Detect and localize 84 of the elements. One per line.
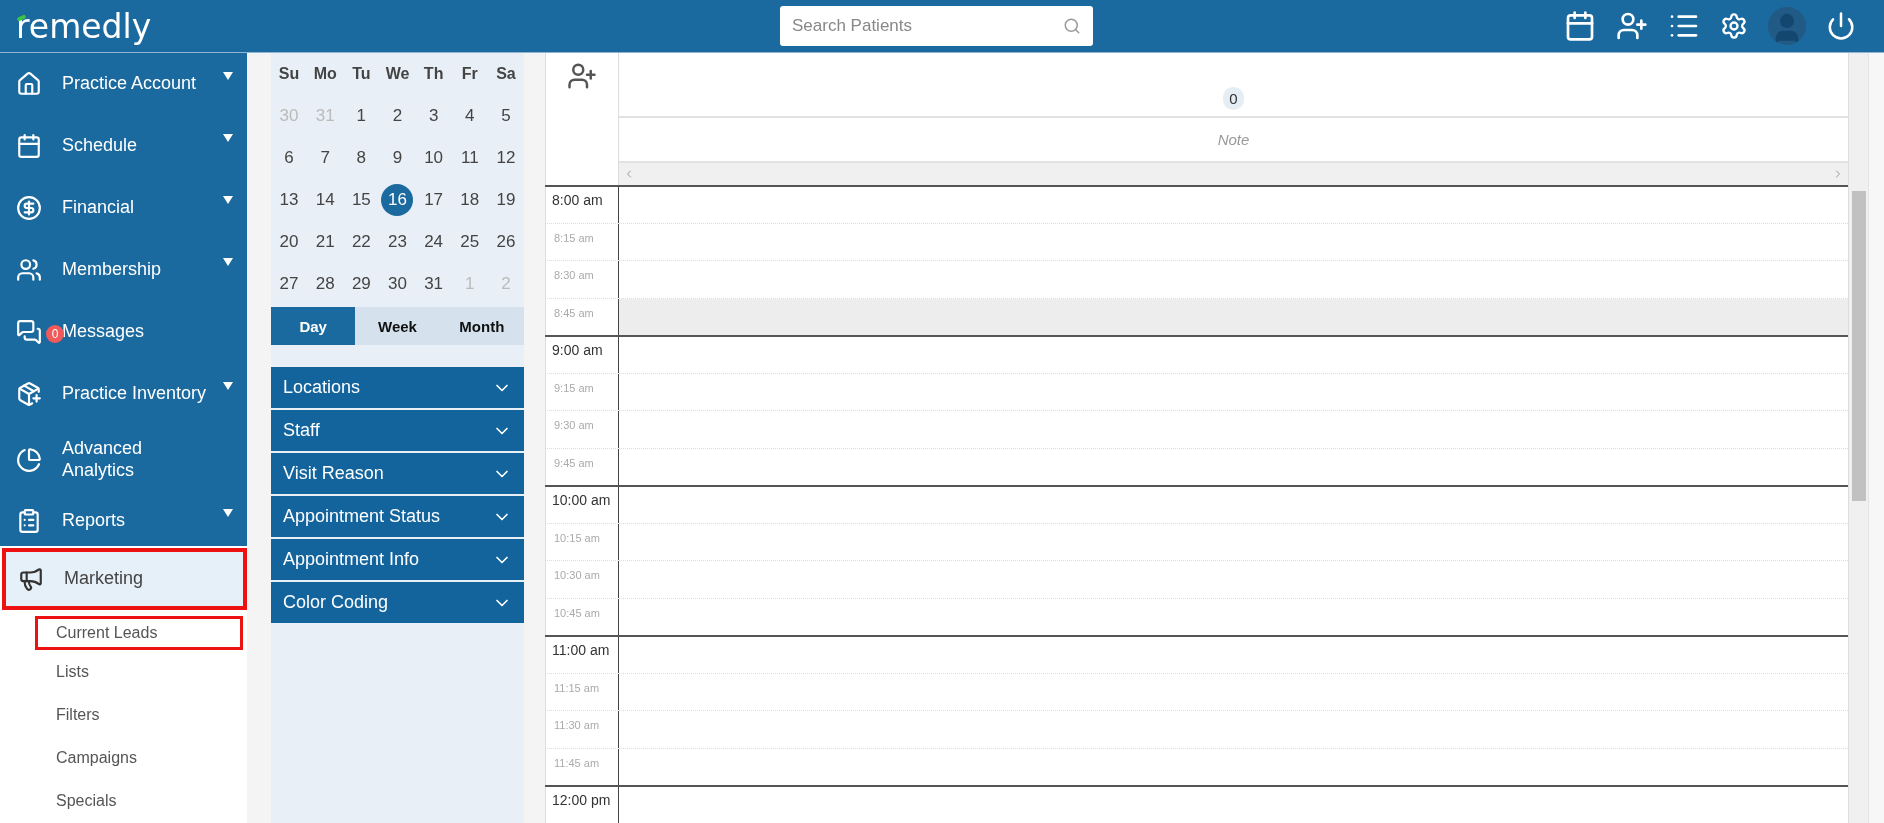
nav-label: Membership [62, 259, 163, 281]
add-user-icon[interactable] [1616, 10, 1648, 42]
calendar-day[interactable]: 17 [417, 184, 450, 216]
logo: remedly [16, 6, 153, 46]
megaphone-icon [18, 566, 44, 592]
weekday-label: We [384, 64, 411, 84]
calendar-day[interactable]: 25 [453, 226, 486, 258]
submenu-item[interactable]: Current Leads [35, 616, 243, 650]
calendar-day[interactable]: 2 [381, 100, 414, 132]
calendar-day[interactable]: 9 [381, 142, 414, 174]
calendar-day[interactable]: 15 [345, 184, 378, 216]
pie-chart-icon [16, 447, 42, 473]
avatar-icon[interactable] [1768, 7, 1806, 45]
nav-label: Reports [62, 509, 127, 532]
calendar-day[interactable]: 30 [381, 268, 414, 300]
calendar-day[interactable]: 12 [489, 142, 522, 174]
calendar-day[interactable]: 26 [489, 226, 522, 258]
filter-accordion[interactable]: Locations [271, 367, 524, 408]
calendar-day[interactable]: 23 [381, 226, 414, 258]
calendar-day[interactable]: 4 [453, 100, 486, 132]
weekday-label: Su [277, 64, 301, 84]
weekday-label: Sa [495, 64, 517, 84]
calendar-day[interactable]: 21 [309, 226, 342, 258]
nav-label: Schedule [62, 135, 139, 157]
filter-accordion[interactable]: Visit Reason [271, 453, 524, 494]
vertical-scrollbar[interactable] [1848, 53, 1868, 823]
nav-label: Messages [62, 321, 146, 343]
weekday-label: Mo [312, 64, 338, 84]
submenu-item[interactable]: Filters [0, 693, 247, 736]
calendar-day[interactable]: 5 [489, 100, 522, 132]
count-badge: 0 [46, 325, 64, 343]
nav-item[interactable]: Marketing [2, 548, 247, 610]
calendar-day[interactable]: 22 [345, 226, 378, 258]
filter-accordion[interactable]: Staff [271, 410, 524, 451]
calendar-day[interactable]: 13 [273, 184, 306, 216]
calendar-day[interactable]: 20 [273, 226, 306, 258]
weekday-label: Tu [351, 64, 372, 84]
count-badge: 0 [1223, 87, 1244, 110]
calendar-day[interactable]: 28 [309, 268, 342, 300]
nav-label: Practice Account [62, 73, 198, 95]
view-tab[interactable]: Day [271, 307, 356, 345]
calendar-day[interactable]: 27 [273, 268, 306, 300]
calendar-day[interactable]: 8 [345, 142, 378, 174]
calendar-day[interactable]: 7 [309, 142, 342, 174]
filter-accordion[interactable]: Appointment Info [271, 539, 524, 580]
nav-label: Financial [62, 197, 136, 219]
weekday-label: Th [422, 64, 445, 84]
calendar-day[interactable]: 19 [489, 184, 522, 216]
search-icon[interactable] [1063, 17, 1081, 35]
calendar-day[interactable]: 11 [453, 142, 486, 174]
calendar-day[interactable]: 1 [345, 100, 378, 132]
weekday-label: Fr [460, 64, 479, 84]
calendar-day[interactable]: 3 [417, 100, 450, 132]
report-icon [16, 507, 42, 534]
horizontal-scrollbar[interactable] [619, 163, 1848, 185]
search-field[interactable]: Search Patients [780, 6, 1093, 46]
submenu-item[interactable]: Specials [0, 779, 247, 822]
chat-icon [16, 319, 42, 345]
calendar-day[interactable]: 10 [417, 142, 450, 174]
calendar-day[interactable]: 6 [273, 142, 306, 174]
calendar-day[interactable]: 29 [345, 268, 378, 300]
calendar-day[interactable]: 18 [453, 184, 486, 216]
calendar-day[interactable]: 24 [417, 226, 450, 258]
add-user-icon[interactable] [567, 61, 597, 91]
filter-accordion[interactable]: Color Coding [271, 582, 524, 623]
submenu-item[interactable]: Lists [0, 650, 247, 693]
scrollbar-thumb[interactable] [1851, 191, 1866, 501]
calendar-icon[interactable] [1564, 10, 1596, 42]
people-icon [16, 257, 42, 283]
submenu-item[interactable]: Campaigns [0, 736, 247, 779]
calendar-day[interactable]: 16 [381, 184, 414, 216]
nav-label: Advanced Analytics [62, 438, 144, 482]
calendar-day[interactable]: 31 [417, 268, 450, 300]
view-tab[interactable]: Week [355, 307, 440, 345]
nav-label: Practice Inventory [62, 383, 208, 405]
power-icon[interactable] [1826, 11, 1856, 41]
calendar-icon [16, 133, 42, 159]
view-tab[interactable]: Month [439, 307, 524, 345]
dollar-icon [16, 195, 42, 221]
nav-label: Marketing [64, 568, 145, 590]
calendar-day[interactable]: 14 [309, 184, 342, 216]
filter-accordion[interactable]: Appointment Status [271, 496, 524, 537]
house-icon [16, 71, 42, 97]
settings-icon[interactable] [1720, 12, 1748, 40]
